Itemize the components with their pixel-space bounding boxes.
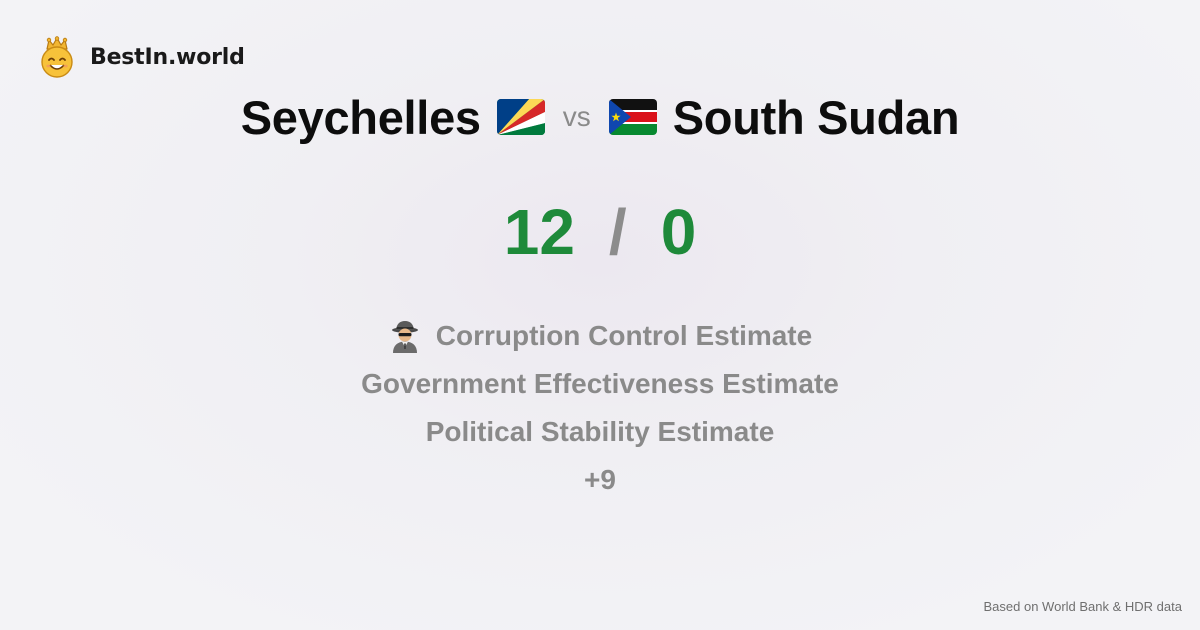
metric-label: Political Stability Estimate bbox=[425, 416, 775, 447]
brand-name: BestIn.world bbox=[90, 44, 245, 70]
more-metrics-count[interactable]: +9 bbox=[584, 456, 616, 504]
south-sudan-flag-icon bbox=[608, 99, 657, 135]
data-source-note: Based on World Bank & HDR data bbox=[983, 599, 1182, 614]
metric-item[interactable]: Government Effectiveness Estimate bbox=[361, 360, 839, 408]
country-b-name[interactable]: South Sudan bbox=[673, 90, 960, 145]
metric-item[interactable]: Corruption Control Estimate bbox=[388, 312, 812, 360]
crowned-smiley-icon bbox=[41, 36, 73, 78]
score-country-a: 12 bbox=[503, 196, 575, 268]
brand[interactable]: BestIn.world bbox=[38, 36, 245, 78]
spy-detective-icon bbox=[391, 321, 418, 353]
score-country-b: 0 bbox=[660, 196, 697, 268]
more-metrics-label: +9 bbox=[584, 464, 616, 495]
metric-item[interactable]: Political Stability Estimate bbox=[426, 408, 775, 456]
comparison-title: Seychelles vs South Sudan bbox=[0, 86, 1200, 148]
country-a-name[interactable]: Seychelles bbox=[241, 90, 481, 145]
score-separator: / bbox=[608, 196, 627, 268]
vs-label: vs bbox=[562, 101, 591, 132]
metric-label: Corruption Control Estimate bbox=[435, 320, 813, 351]
score-display: 12 / 0 bbox=[0, 192, 1200, 272]
metric-label: Government Effectiveness Estimate bbox=[361, 368, 839, 399]
metrics-list: Corruption Control Estimate Government E… bbox=[0, 312, 1200, 504]
seychelles-flag-icon bbox=[496, 99, 545, 135]
